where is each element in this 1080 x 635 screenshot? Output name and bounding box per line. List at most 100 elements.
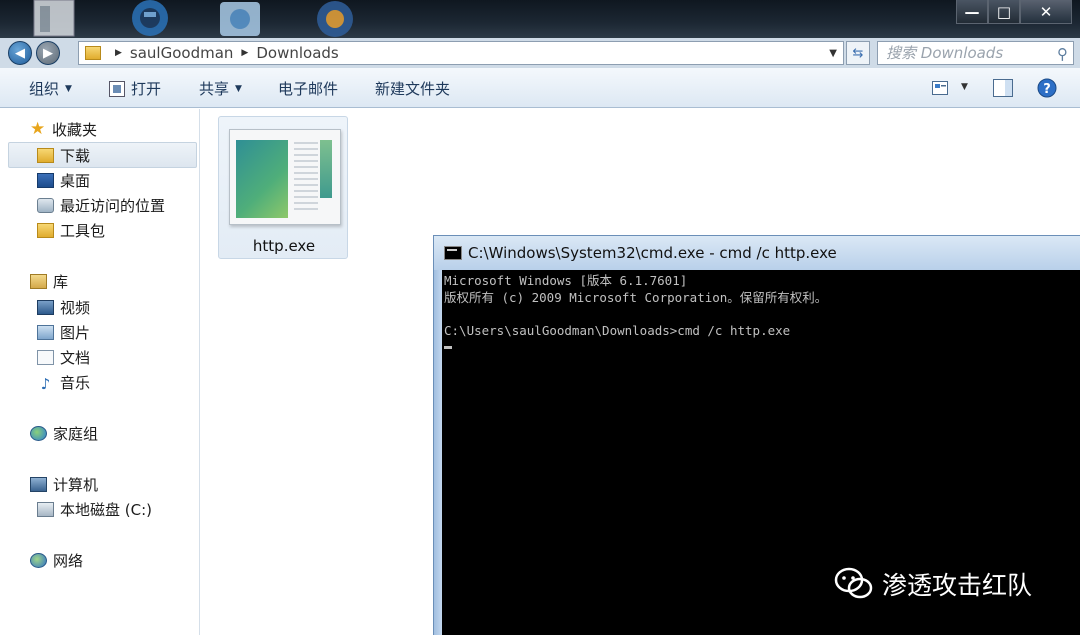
search-input[interactable]: 搜索 Downloads ⚲ — [877, 41, 1074, 65]
sidebar-item-network[interactable]: 网络 — [30, 548, 83, 572]
sidebar-label: 图片 — [60, 323, 91, 342]
maximize-button[interactable]: □ — [988, 0, 1020, 24]
file-item[interactable]: http.exe — [218, 116, 348, 259]
sidebar-item-videos[interactable]: 视频 — [37, 295, 90, 319]
cmd-frame — [434, 270, 442, 635]
star-icon: ★ — [30, 119, 46, 139]
watermark-text: 渗透攻击红队 — [882, 571, 1033, 600]
watermark: 渗透攻击红队 — [834, 566, 1032, 602]
svg-text:?: ? — [1043, 82, 1051, 97]
view-icon[interactable] — [932, 81, 948, 95]
console-icon — [444, 246, 462, 260]
back-button[interactable]: ◀ — [8, 41, 32, 65]
sidebar-label: 家庭组 — [53, 424, 99, 443]
sidebar-item-desktop[interactable]: 桌面 — [37, 168, 90, 192]
chevron-down-icon: ▼ — [235, 83, 242, 94]
search-placeholder: 搜索 Downloads — [886, 44, 1004, 62]
open-icon — [109, 80, 125, 97]
application-icon — [229, 129, 341, 225]
sidebar-label: 工具包 — [60, 221, 106, 240]
console-line: Microsoft Windows [版本 6.1.7601] — [444, 273, 688, 288]
sidebar-item-libraries[interactable]: 库 — [30, 269, 68, 293]
minimize-button[interactable]: — — [956, 0, 988, 24]
title-bar: — □ ✕ — [0, 0, 1080, 38]
forward-button[interactable]: ▶ — [36, 41, 60, 65]
music-icon: ♪ — [40, 374, 51, 393]
library-icon — [30, 273, 47, 289]
network-icon — [30, 552, 47, 568]
text-cursor — [444, 346, 452, 349]
new-folder-label: 新建文件夹 — [375, 80, 451, 98]
homegroup-icon — [30, 425, 47, 441]
sidebar-label: 网络 — [53, 551, 84, 570]
chevron-down-icon[interactable]: ▼ — [829, 48, 837, 59]
sidebar-item-local-disk[interactable]: 本地磁盘 (C:) — [37, 497, 152, 521]
sidebar-label: 本地磁盘 (C:) — [60, 500, 152, 519]
new-folder-button[interactable]: 新建文件夹 — [375, 78, 450, 99]
open-label: 打开 — [131, 80, 162, 98]
share-button[interactable]: 共享 ▼ — [199, 78, 242, 99]
breadcrumb-user[interactable]: saulGoodman — [130, 44, 234, 62]
download-folder-icon — [37, 147, 54, 163]
desktop-ie-icon — [132, 0, 168, 36]
chevron-right-icon: ▶ — [241, 48, 249, 58]
sidebar-item-recent[interactable]: 最近访问的位置 — [37, 193, 165, 217]
sidebar-label: 库 — [53, 272, 69, 291]
sidebar-label: 计算机 — [53, 475, 99, 494]
pictures-icon — [37, 324, 54, 340]
sidebar-item-documents[interactable]: 文档 — [37, 345, 90, 369]
sidebar-label: 文档 — [60, 348, 91, 367]
sidebar-item-favorites[interactable]: ★ 收藏夹 — [30, 117, 97, 141]
video-icon — [37, 299, 54, 315]
desktop-chrome-icon — [317, 1, 353, 37]
breadcrumb-downloads[interactable]: Downloads — [256, 44, 338, 62]
chevron-down-icon: ▼ — [65, 83, 72, 94]
document-icon — [37, 349, 54, 365]
address-bar[interactable]: ▶ saulGoodman ▶ Downloads ▼ — [78, 41, 844, 65]
share-label: 共享 — [199, 80, 230, 98]
desktop-app-icon — [220, 2, 260, 36]
sidebar-item-homegroup[interactable]: 家庭组 — [30, 421, 98, 445]
folder-icon — [85, 46, 101, 60]
sidebar-label: 桌面 — [60, 171, 91, 190]
sidebar-label: 下载 — [60, 146, 91, 165]
folder-icon — [37, 222, 54, 238]
sidebar-item-pictures[interactable]: 图片 — [37, 320, 90, 344]
close-button[interactable]: ✕ — [1020, 0, 1072, 24]
wechat-icon — [834, 567, 873, 599]
organize-button[interactable]: 组织 ▼ — [29, 78, 72, 99]
sidebar-item-toolkit[interactable]: 工具包 — [37, 218, 105, 242]
email-button[interactable]: 电子邮件 — [278, 78, 338, 99]
sidebar-label: 最近访问的位置 — [60, 196, 166, 215]
desktop-icon — [37, 172, 54, 188]
cmd-title: C:\Windows\System32\cmd.exe - cmd /c htt… — [468, 244, 837, 262]
refresh-button[interactable]: ⇆ — [846, 41, 870, 65]
search-icon: ⚲ — [1057, 45, 1068, 63]
file-name: http.exe — [252, 237, 316, 255]
sidebar-label: 视频 — [60, 298, 91, 317]
recent-places-icon — [37, 197, 54, 213]
organize-label: 组织 — [29, 80, 60, 98]
sidebar-label: 音乐 — [60, 373, 91, 392]
open-button[interactable]: 打开 — [109, 78, 161, 99]
console-line: C:\Users\saulGoodman\Downloads>cmd /c ht… — [444, 322, 791, 338]
desktop-file-icon — [33, 0, 75, 37]
preview-pane-icon[interactable] — [993, 79, 1013, 97]
sidebar-item-music[interactable]: ♪ 音乐 — [37, 370, 90, 394]
computer-icon — [30, 476, 47, 492]
help-icon[interactable]: ? — [1037, 78, 1057, 98]
sidebar-item-computer[interactable]: 计算机 — [30, 472, 98, 496]
cmd-title-bar[interactable]: C:\Windows\System32\cmd.exe - cmd /c htt… — [434, 236, 1080, 270]
chevron-down-icon[interactable]: ▼ — [961, 82, 968, 92]
console-line: 版权所有 (c) 2009 Microsoft Corporation。保留所有… — [444, 289, 828, 305]
command-bar: 组织 ▼ 打开 共享 ▼ 电子邮件 新建文件夹 ▼ ? — [0, 68, 1080, 108]
drive-icon — [37, 501, 54, 517]
sidebar-label: 收藏夹 — [52, 120, 98, 139]
navigation-pane: ★ 收藏夹 下载 桌面 最近访问的位置 工具包 库 视频 图片 文档 ♪ 音乐 … — [0, 109, 200, 635]
sidebar-item-downloads[interactable]: 下载 — [37, 143, 90, 167]
email-label: 电子邮件 — [278, 80, 339, 98]
chevron-right-icon: ▶ — [115, 48, 122, 58]
window-controls: — □ ✕ — [956, 0, 1072, 24]
address-row: ◀ ▶ ▶ saulGoodman ▶ Downloads ▼ ⇆ 搜索 Dow… — [0, 38, 1080, 68]
